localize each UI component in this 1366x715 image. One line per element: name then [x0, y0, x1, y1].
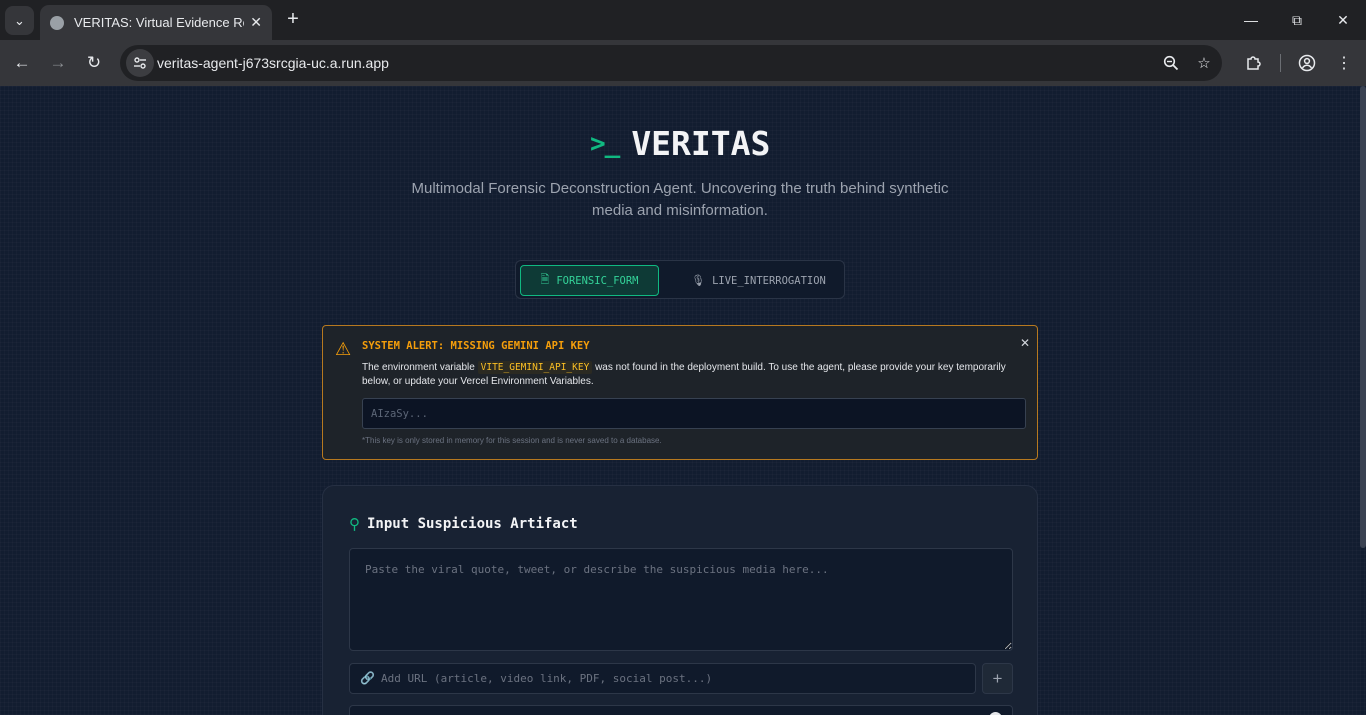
card-title: ⚲ Input Suspicious Artifact [349, 515, 578, 533]
star-icon: ☆ [1197, 55, 1211, 72]
api-key-alert: ⚠ SYSTEM ALERT: MISSING GEMINI API KEY ✕… [322, 325, 1038, 460]
env-var-name: VITE_GEMINI_API_KEY [477, 361, 593, 374]
search-icon: ⚲ [349, 516, 360, 533]
add-url-button[interactable]: + [982, 663, 1013, 694]
url-input[interactable] [381, 664, 971, 693]
input-artifact-card: ⚲ Input Suspicious Artifact 🔗 + [322, 485, 1038, 715]
restore-button[interactable]: ⧉ [1285, 8, 1309, 32]
chevron-down-icon: ⌄ [14, 12, 25, 28]
close-window-button[interactable]: ✕ [1331, 8, 1355, 32]
tab-search-button[interactable]: ⌄ [5, 6, 34, 35]
app-subtitle: Multimodal Forensic Deconstruction Agent… [411, 180, 949, 219]
link-icon: 🔗 [360, 671, 375, 685]
reload-icon: ↻ [86, 53, 102, 72]
tab-title: VERITAS: Virtual Evidence Reconstruction [74, 15, 244, 30]
zoom-button[interactable] [1161, 53, 1181, 73]
browser-toolbar: ← → ↻ veritas-agent-j673srcgia-uc.a.run.… [0, 40, 1366, 86]
browser-menu-button[interactable]: ⋮ [1332, 51, 1356, 75]
alert-title: SYSTEM ALERT: MISSING GEMINI API KEY [362, 340, 590, 352]
restore-icon: ⧉ [1292, 11, 1302, 28]
bookmark-button[interactable]: ☆ [1194, 53, 1214, 73]
profile-button[interactable] [1295, 51, 1319, 75]
app-logo: >_ VERITAS [590, 124, 770, 163]
app-title: VERITAS [631, 124, 771, 163]
globe-icon [50, 15, 64, 30]
tune-icon [134, 57, 146, 69]
alert-close-button[interactable]: ✕ [1020, 336, 1030, 350]
plus-icon: + [992, 668, 1003, 688]
plus-icon: + [287, 7, 299, 30]
browser-tab-active[interactable]: VERITAS: Virtual Evidence Reconstruction… [40, 5, 272, 40]
arrow-right-icon: → [49, 53, 67, 72]
artifact-textarea[interactable] [349, 548, 1013, 651]
puzzle-icon [1247, 56, 1261, 70]
mode-switch: 🗎 FORENSIC_FORM 🎙 LIVE_INTERROGATION [515, 260, 845, 299]
microphone-icon: 🎙 [691, 274, 706, 287]
close-tab-icon[interactable]: ✕ [250, 14, 262, 31]
arrow-left-icon: ← [13, 53, 31, 72]
toolbar-separator [1280, 54, 1281, 72]
back-button[interactable]: ← [10, 51, 34, 75]
extensions-button[interactable] [1242, 51, 1266, 75]
card-title-text: Input Suspicious Artifact [367, 516, 578, 532]
url-text: veritas-agent-j673srcgia-uc.a.run.app [157, 55, 389, 71]
terminal-prompt-icon: >_ [590, 128, 620, 159]
minimize-icon: — [1244, 12, 1258, 28]
forward-button[interactable]: → [46, 51, 70, 75]
page-content: >_ VERITAS Multimodal Forensic Deconstru… [0, 86, 1366, 715]
address-bar[interactable]: veritas-agent-j673srcgia-uc.a.run.app ☆ [120, 45, 1222, 81]
tab-live-interrogation[interactable]: 🎙 LIVE_INTERROGATION [686, 265, 831, 296]
close-icon: ✕ [1337, 11, 1349, 28]
tab-live-interrogation-label: LIVE_INTERROGATION [712, 274, 826, 287]
alert-message-start: The environment variable [362, 362, 478, 373]
browser-titlebar: ⌄ VERITAS: Virtual Evidence Reconstructi… [0, 0, 1366, 40]
warning-icon: ⚠ [335, 339, 352, 359]
url-field[interactable]: 🔗 [349, 663, 976, 694]
reload-button[interactable]: ↻ [82, 51, 106, 75]
media-upload-field[interactable] [349, 705, 1013, 715]
more-vertical-icon: ⋮ [1336, 55, 1352, 72]
tab-forensic-form-label: FORENSIC_FORM [556, 274, 639, 287]
api-key-note: *This key is only stored in memory for t… [362, 436, 662, 445]
account-icon [1298, 54, 1316, 72]
alert-message: The environment variable VITE_GEMINI_API… [362, 361, 1032, 389]
minimize-button[interactable]: — [1239, 8, 1263, 32]
tab-forensic-form[interactable]: 🗎 FORENSIC_FORM [520, 265, 659, 296]
api-key-input[interactable] [362, 398, 1026, 429]
page-scrollbar[interactable] [1360, 86, 1366, 548]
document-icon: 🗎 [540, 273, 550, 286]
zoom-out-icon [1163, 55, 1179, 71]
new-tab-button[interactable]: + [282, 8, 304, 30]
site-info-button[interactable] [126, 49, 154, 77]
